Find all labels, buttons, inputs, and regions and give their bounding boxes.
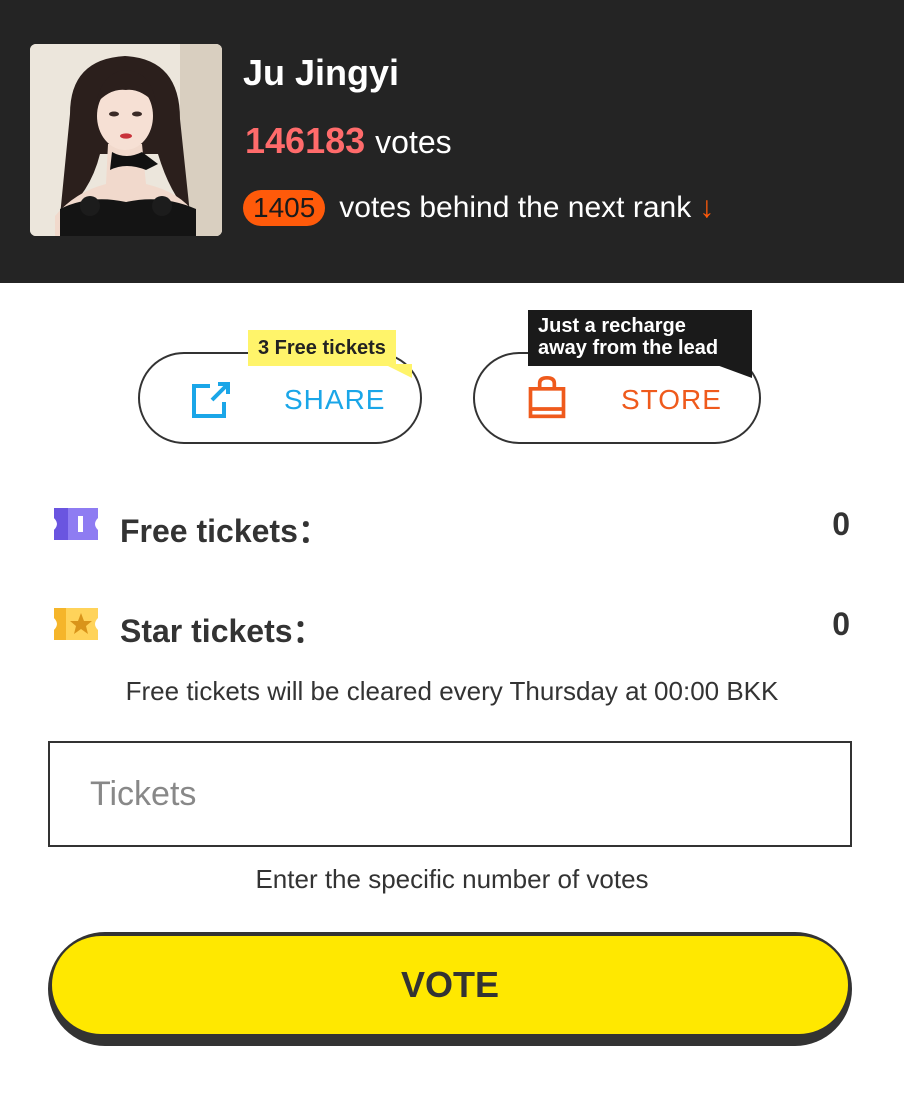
- share-label: SHARE: [284, 384, 386, 415]
- star-tickets-value: 0: [832, 606, 850, 642]
- votes-behind-badge: 1405: [243, 190, 326, 226]
- free-tickets-tag: 3 Free tickets: [248, 330, 396, 366]
- votes-input-hint: Enter the specific number of votes: [255, 864, 649, 894]
- star-tickets-label: Star tickets：: [120, 613, 325, 649]
- free-tickets-value: 0: [832, 506, 850, 542]
- vote-count-line: 146183 votes: [245, 120, 452, 162]
- shopping-bag-icon: [528, 376, 566, 419]
- recharge-tag: Just a recharge away from the lead: [528, 310, 752, 366]
- star-ticket-icon: [54, 608, 98, 640]
- free-tickets-tag-tail: [384, 364, 412, 378]
- free-tickets-row: Free tickets： 0: [52, 500, 852, 549]
- down-arrow-icon: ↓: [699, 191, 715, 224]
- profile-header: Ju Jingyi 146183 votes 1405 votes behind …: [0, 0, 904, 283]
- vote-count: 146183: [245, 120, 366, 161]
- tickets-clear-note: Free tickets will be cleared every Thurs…: [125, 676, 779, 706]
- rank-gap-line: 1405 votes behind the next rank ↓: [243, 190, 714, 226]
- recharge-tag-tail: [714, 364, 752, 378]
- idol-name: Ju Jingyi: [243, 52, 400, 93]
- votes-suffix: votes: [375, 124, 452, 160]
- tickets-input[interactable]: [48, 741, 852, 847]
- star-tickets-row: Star tickets： 0: [52, 600, 852, 649]
- recharge-tag-line-2: away from the lead: [538, 337, 719, 359]
- free-ticket-icon: [54, 508, 98, 540]
- vote-button-label: VOTE: [52, 936, 848, 1034]
- avatar: [30, 44, 222, 236]
- votes-behind-text: votes behind the next rank: [339, 191, 692, 224]
- share-icon: [192, 382, 230, 418]
- free-tickets-label: Free tickets：: [120, 513, 330, 549]
- store-label: STORE: [621, 384, 722, 415]
- vote-button[interactable]: VOTE: [48, 932, 852, 1046]
- recharge-tag-line-1: Just a recharge: [538, 315, 686, 337]
